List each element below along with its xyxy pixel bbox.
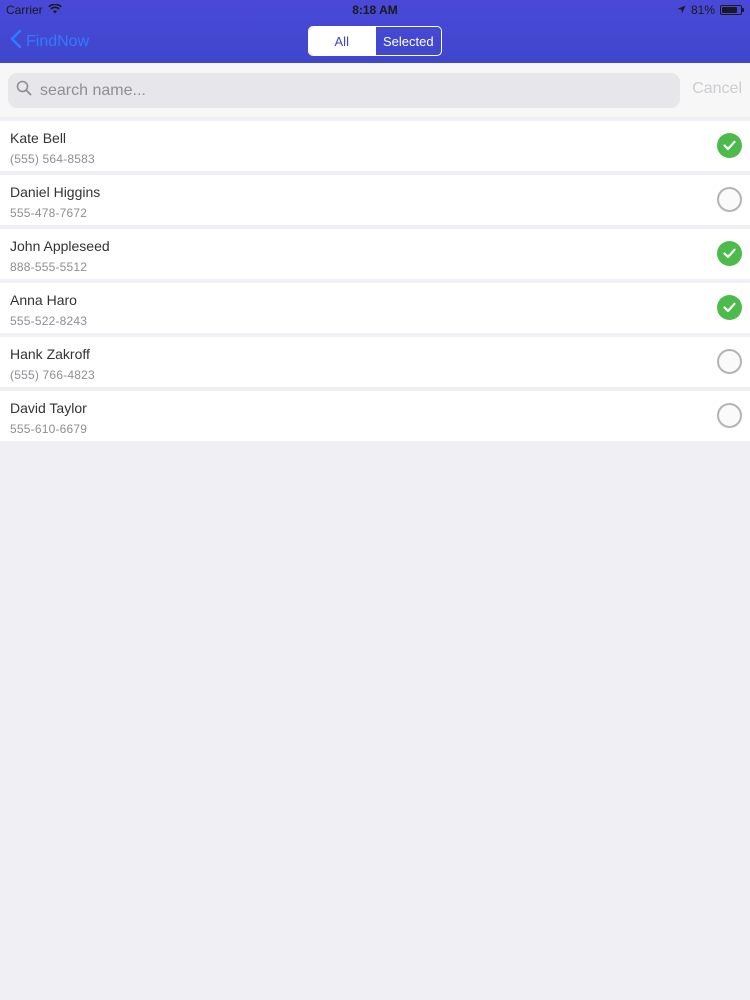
checkmark-icon xyxy=(723,140,736,151)
contact-row[interactable]: David Taylor 555-610-6679 xyxy=(0,391,750,441)
contact-phone: 888-555-5512 xyxy=(10,260,88,274)
search-bar: Cancel xyxy=(0,63,750,117)
checkmark-icon xyxy=(723,302,736,313)
selection-toggle[interactable] xyxy=(717,403,742,428)
chevron-left-icon xyxy=(10,29,22,54)
contact-name: Daniel Higgins xyxy=(10,184,101,200)
contact-list: Kate Bell (555) 564-8583 Daniel Higgins … xyxy=(0,121,750,445)
contact-phone: (555) 564-8583 xyxy=(10,152,95,166)
contact-row[interactable]: Kate Bell (555) 564-8583 xyxy=(0,121,750,171)
search-input[interactable] xyxy=(38,80,638,101)
navigation-header: Carrier 8:18 AM 81% FindNow All Selected xyxy=(0,0,750,63)
selection-toggle[interactable] xyxy=(717,349,742,374)
search-icon xyxy=(16,80,32,101)
checkmark-icon xyxy=(723,248,736,259)
battery-icon xyxy=(720,5,744,15)
selection-toggle[interactable] xyxy=(717,295,742,320)
contact-name: Hank Zakroff xyxy=(10,346,90,362)
segment-selected[interactable]: Selected xyxy=(374,27,442,55)
contact-name: Kate Bell xyxy=(10,130,67,146)
battery-percent: 81% xyxy=(690,3,715,17)
contact-row[interactable]: John Appleseed 888-555-5512 xyxy=(0,229,750,279)
selection-toggle[interactable] xyxy=(717,187,742,212)
contact-name: David Taylor xyxy=(10,400,87,416)
status-right: 81% xyxy=(677,3,744,17)
filter-segmented-control: All Selected xyxy=(308,26,442,56)
cancel-button[interactable]: Cancel xyxy=(692,80,742,98)
contact-phone: 555-478-7672 xyxy=(10,206,88,220)
search-field-container xyxy=(8,73,680,108)
contact-phone: (555) 766-4823 xyxy=(10,368,95,382)
contact-row[interactable]: Hank Zakroff (555) 766-4823 xyxy=(0,337,750,387)
contact-phone: 555-610-6679 xyxy=(10,422,88,436)
status-time: 8:18 AM xyxy=(352,3,398,17)
status-bar: Carrier 8:18 AM 81% xyxy=(0,0,750,20)
location-arrow-icon xyxy=(677,3,686,17)
contact-phone: 555-522-8243 xyxy=(10,314,88,328)
back-button-label: FindNow xyxy=(26,32,90,50)
selection-toggle[interactable] xyxy=(717,241,742,266)
back-button[interactable]: FindNow xyxy=(10,29,89,54)
segment-all[interactable]: All xyxy=(309,27,375,55)
contact-row[interactable]: Daniel Higgins 555-478-7672 xyxy=(0,175,750,225)
contact-name: Anna Haro xyxy=(10,292,77,308)
selection-toggle[interactable] xyxy=(717,133,742,158)
contact-row[interactable]: Anna Haro 555-522-8243 xyxy=(0,283,750,333)
contact-name: John Appleseed xyxy=(10,238,110,254)
battery-level xyxy=(722,7,737,13)
